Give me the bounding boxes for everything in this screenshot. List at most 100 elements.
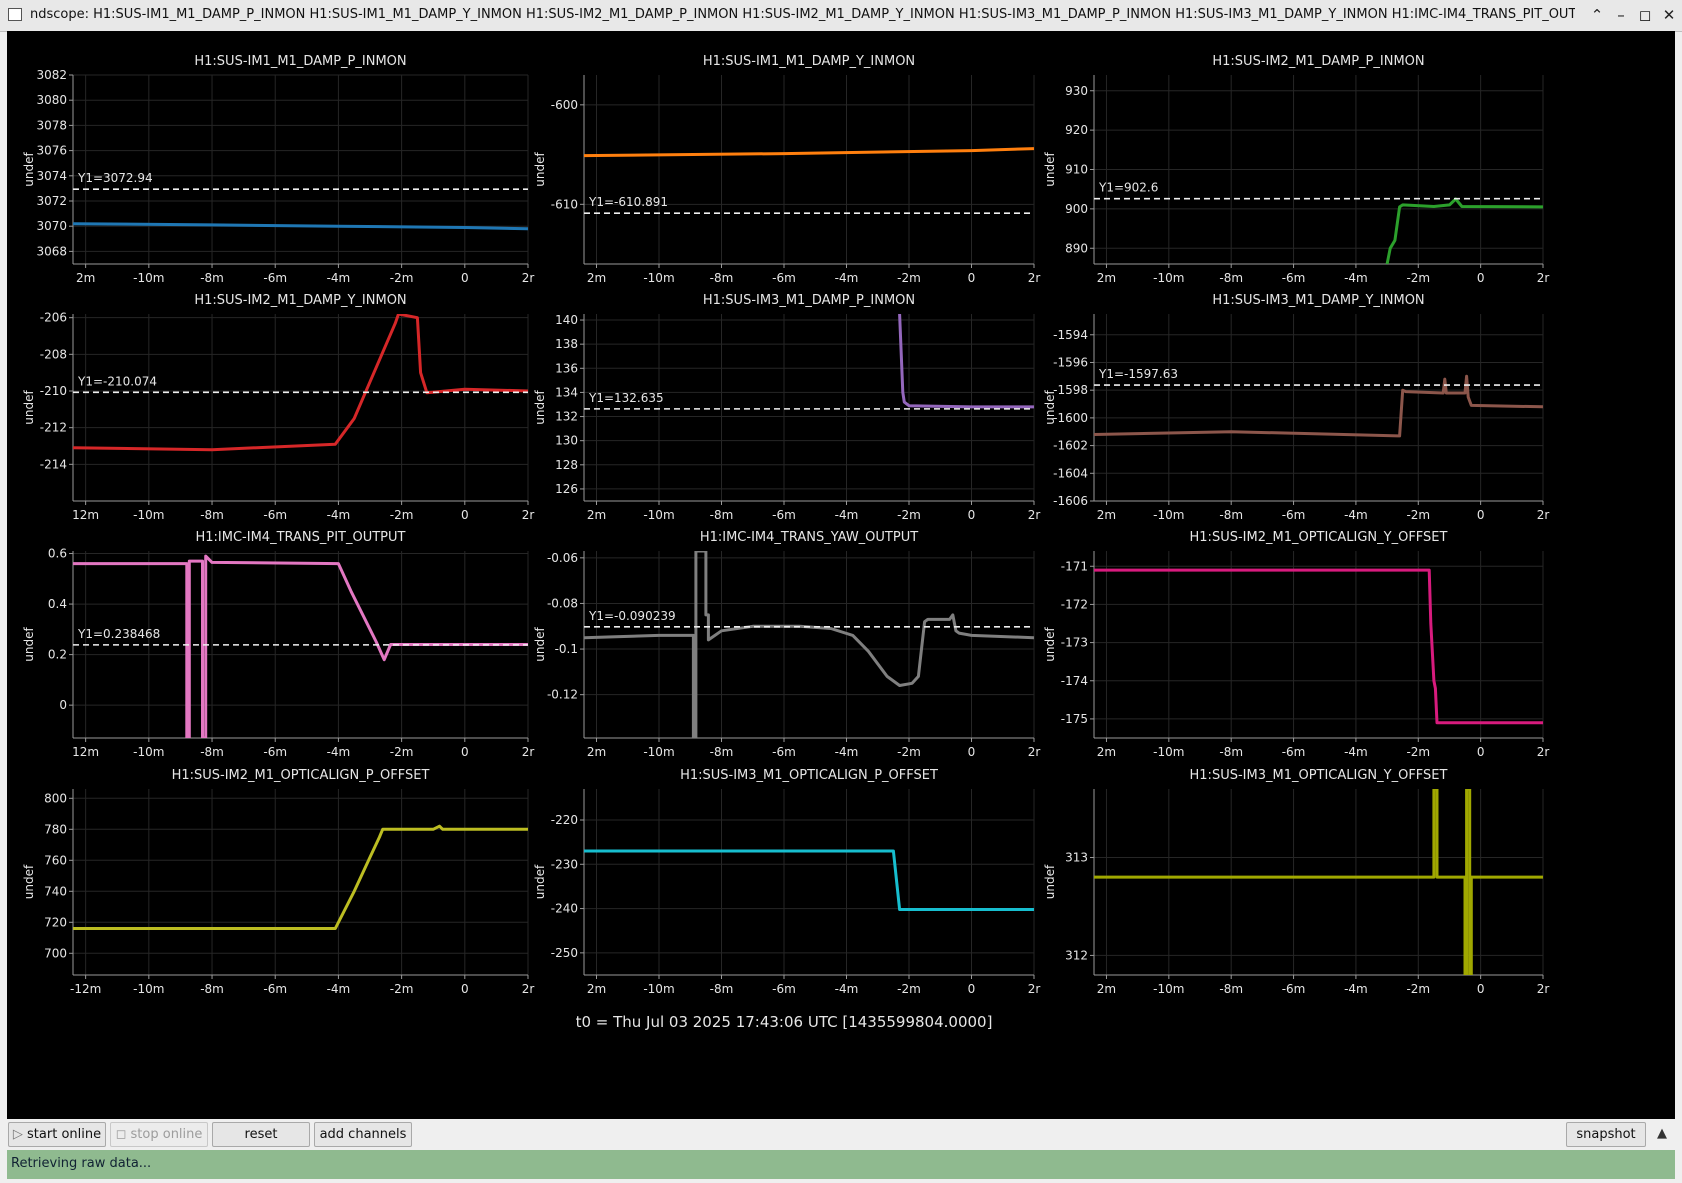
y-tick-label: 720 <box>44 915 67 929</box>
y-axis-label: undef <box>1043 627 1057 662</box>
series-line <box>73 824 528 930</box>
y-tick-label: 3080 <box>36 93 67 107</box>
y-tick-label: 740 <box>44 884 67 898</box>
y-tick-label: -1602 <box>1053 439 1088 453</box>
y-tick-label: 126 <box>555 482 578 496</box>
y-tick-label: -600 <box>551 98 578 112</box>
series-line <box>584 147 1034 158</box>
y-tick-label: -1594 <box>1053 328 1088 342</box>
x-tick-label: 2r <box>1028 271 1041 285</box>
x-tick-label: -6m <box>772 745 796 759</box>
y-axis-label: undef <box>22 864 36 899</box>
x-tick-label: 2r <box>1028 982 1041 996</box>
start-online-label: start online <box>27 1127 102 1142</box>
x-tick-label: -4m <box>835 271 859 285</box>
window-min-button[interactable]: – <box>1610 4 1632 26</box>
x-tick-label: 0 <box>461 271 469 285</box>
plot-title: H1:SUS-IM2_M1_DAMP_P_INMON <box>1212 54 1424 69</box>
x-tick-label: 2m <box>1097 508 1116 522</box>
y-tick-label: -0.12 <box>547 688 578 702</box>
stop-online-button[interactable]: ◻ stop online <box>110 1122 208 1147</box>
y-tick-label: 0 <box>59 698 67 712</box>
x-tick-label: -10m <box>133 271 164 285</box>
x-tick-label: -4m <box>835 745 859 759</box>
y-tick-label: 3082 <box>36 68 67 82</box>
window-max-button[interactable]: ◻ <box>1634 4 1656 26</box>
x-tick-label: -4m <box>1344 508 1368 522</box>
y-tick-label: 140 <box>555 313 578 327</box>
x-tick-label: 2m <box>1097 271 1116 285</box>
x-tick-label: -2m <box>897 745 921 759</box>
y-tick-label: -0.1 <box>555 642 578 656</box>
series-line <box>1094 568 1543 725</box>
t0-label: t0 = Thu Jul 03 2025 17:43:06 UTC [14355… <box>576 1013 993 1031</box>
y-tick-label: -610 <box>551 197 578 211</box>
x-tick-label: 0 <box>968 271 976 285</box>
x-tick-label: -2m <box>897 271 921 285</box>
x-tick-label: 2m <box>587 271 606 285</box>
x-tick-label: -4m <box>327 982 351 996</box>
x-tick-label: 12m <box>72 508 99 522</box>
y-tick-label: -1600 <box>1053 411 1088 425</box>
y-tick-label: 800 <box>44 791 67 805</box>
plot-area[interactable]: t0 = Thu Jul 03 2025 17:43:06 UTC [14355… <box>7 31 1675 1119</box>
snapshot-button[interactable]: snapshot <box>1566 1122 1646 1147</box>
y-tick-label: -212 <box>40 421 67 435</box>
x-tick-label: -4m <box>327 508 351 522</box>
close-icon[interactable]: ✕ <box>1658 4 1680 26</box>
x-tick-label: 0 <box>968 508 976 522</box>
x-tick-label: -10m <box>643 982 674 996</box>
x-tick-label: -8m <box>200 982 224 996</box>
x-tick-label: -8m <box>200 271 224 285</box>
cursor-y1-label: Y1=-0.090239 <box>588 609 676 623</box>
x-tick-label: -4m <box>835 508 859 522</box>
x-tick-label: -10m <box>643 271 674 285</box>
x-tick-label: 2r <box>522 745 535 759</box>
x-tick-label: -8m <box>1219 745 1243 759</box>
y-tick-label: 3076 <box>36 144 67 158</box>
y-tick-label: 3072 <box>36 194 67 208</box>
x-tick-label: -2m <box>390 745 414 759</box>
y-tick-label: -1604 <box>1053 466 1088 480</box>
y-axis-label: undef <box>533 864 547 899</box>
x-tick-label: -8m <box>1219 982 1243 996</box>
x-tick-label: -4m <box>835 982 859 996</box>
minimize-icon[interactable]: ⌃ <box>1586 4 1608 26</box>
cursor-y1-label: Y1=-1597.63 <box>1098 367 1178 381</box>
cursor-y1-label: Y1=3072.94 <box>77 171 153 185</box>
start-online-button[interactable]: ▷ start online <box>8 1122 106 1147</box>
x-tick-label: -8m <box>200 508 224 522</box>
plot-title: H1:SUS-IM3_M1_OPTICALIGN_Y_OFFSET <box>1190 768 1448 783</box>
y-tick-label: 920 <box>1065 123 1088 137</box>
x-tick-label: -6m <box>1282 982 1306 996</box>
y-tick-label: -172 <box>1061 597 1088 611</box>
window-titlebar: ndscope: H1:SUS-IM1_M1_DAMP_P_INMON H1:S… <box>0 0 1682 32</box>
y-tick-label: 910 <box>1065 163 1088 177</box>
collapse-icon[interactable]: ▲ <box>1652 1126 1672 1144</box>
stop-icon: ◻ <box>115 1127 131 1142</box>
plots-canvas[interactable]: t0 = Thu Jul 03 2025 17:43:06 UTC [14355… <box>7 31 1675 1119</box>
x-tick-label: -6m <box>263 982 287 996</box>
x-tick-label: -8m <box>200 745 224 759</box>
y-tick-label: 0.6 <box>48 547 67 561</box>
y-tick-label: -230 <box>551 857 578 871</box>
y-tick-label: -0.06 <box>547 551 578 565</box>
y-tick-label: 138 <box>555 337 578 351</box>
x-tick-label: -4m <box>1344 982 1368 996</box>
x-tick-label: -8m <box>710 271 734 285</box>
y-axis-label: undef <box>1043 390 1057 425</box>
x-tick-label: -2m <box>390 982 414 996</box>
app-icon <box>8 8 22 21</box>
plot-title: H1:SUS-IM2_M1_DAMP_Y_INMON <box>194 293 406 308</box>
x-tick-label: -8m <box>710 745 734 759</box>
y-tick-label: -171 <box>1061 559 1088 573</box>
reset-button[interactable]: reset <box>212 1122 310 1147</box>
x-tick-label: -8m <box>1219 271 1243 285</box>
x-tick-label: -6m <box>772 982 796 996</box>
x-tick-label: -10m <box>1153 271 1184 285</box>
cursor-y1-label: Y1=902.6 <box>1098 181 1158 195</box>
add-channels-button[interactable]: add channels <box>314 1122 412 1147</box>
y-tick-label: -174 <box>1061 674 1088 688</box>
y-tick-label: 0.4 <box>48 597 67 611</box>
x-tick-label: -8m <box>1219 508 1243 522</box>
